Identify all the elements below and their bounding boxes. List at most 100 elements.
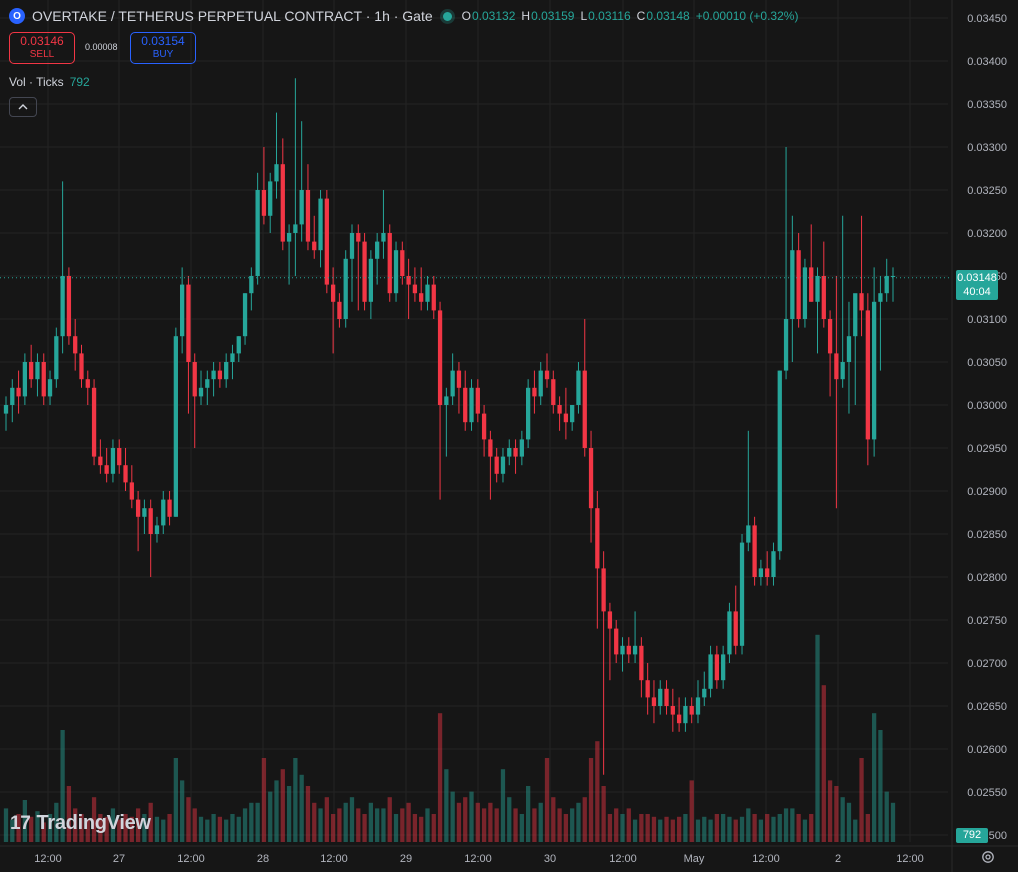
market-open-status-icon [442, 11, 452, 21]
volume-bar [645, 814, 650, 842]
candle-body [211, 370, 216, 380]
candle-body [475, 387, 480, 414]
chart-header: O OVERTAKE / TETHERUS PERPETUAL CONTRACT… [9, 6, 798, 26]
volume-bar [570, 808, 575, 842]
volume-bar [475, 802, 480, 842]
volume-bar [293, 758, 298, 842]
candle-body [305, 190, 311, 242]
candle-body [821, 276, 826, 319]
gear-icon[interactable] [980, 850, 996, 866]
bar-countdown: 40:04 [963, 286, 991, 298]
volume-bar [488, 802, 493, 842]
chevron-up-icon [18, 104, 28, 110]
x-tick-label: May [684, 853, 705, 865]
candle-body [853, 293, 858, 337]
candle-body [859, 293, 864, 311]
volume-bar [286, 786, 292, 842]
volume-bar [186, 797, 191, 842]
y-tick-label: 0.03450 [967, 13, 1007, 25]
candle-body [469, 387, 474, 423]
candle-body [689, 706, 694, 715]
volume-bar [620, 814, 625, 842]
volume-bar [500, 769, 506, 842]
candle-body [437, 310, 443, 405]
volume-bar [563, 814, 569, 842]
volume-bar [601, 786, 606, 842]
candle-body [783, 319, 789, 371]
candle-body [463, 387, 468, 423]
volume-bar [607, 814, 613, 842]
candle-body [846, 336, 852, 362]
candle-body [708, 654, 713, 689]
candle-body [242, 293, 248, 337]
volume-bar [871, 713, 877, 842]
volume-bar [437, 713, 443, 842]
volume-bar [890, 802, 896, 842]
candle-body [368, 258, 374, 302]
candle-body [362, 241, 367, 302]
candle-body [620, 645, 625, 655]
x-tick-label: 12:00 [896, 853, 924, 865]
candle-body [29, 362, 34, 380]
volume-bar [702, 816, 707, 842]
volume-bar [878, 730, 883, 842]
volume-bar [387, 797, 392, 842]
volume-bar [859, 758, 864, 842]
volume-bar [853, 819, 858, 842]
volume-bar [538, 802, 543, 842]
candle-body [758, 568, 764, 577]
candle-body [450, 370, 455, 397]
candle-body [658, 688, 663, 706]
volume-bar [318, 808, 323, 842]
candle-body [73, 336, 78, 354]
volume-bar [192, 808, 197, 842]
volume-bar [180, 780, 185, 842]
candle-body [721, 654, 726, 681]
candle-body [47, 379, 53, 397]
candle-body [765, 568, 770, 577]
candle-body [500, 456, 506, 474]
symbol-title[interactable]: OVERTAKE / TETHERUS PERPETUAL CONTRACT ·… [32, 8, 433, 24]
buy-button[interactable]: 0.03154 BUY [130, 32, 196, 64]
candle-body [488, 439, 493, 457]
volume-legend-value: 792 [69, 75, 90, 89]
y-tick-label: 0.02600 [967, 744, 1007, 756]
volume-bar [752, 814, 757, 842]
candle-body [387, 233, 392, 294]
sell-button[interactable]: 0.03146 SELL [9, 32, 75, 64]
volume-bar [406, 802, 411, 842]
spread-value: 0.00008 [85, 42, 118, 52]
volume-bar [349, 797, 355, 842]
volume-bar [330, 814, 336, 842]
volume-bar [758, 819, 764, 842]
volume-bar [727, 816, 732, 842]
sell-label: SELL [29, 49, 55, 60]
candle-body [639, 645, 644, 681]
volume-bar [651, 816, 657, 842]
volume-legend[interactable]: Vol · Ticks 792 [9, 75, 90, 89]
volume-bar [167, 814, 172, 842]
candlestick-chart[interactable]: 0.03450 0.03400 0.03350 0.03300 0.03250 0.032… [0, 0, 1018, 872]
volume-bar [3, 808, 9, 842]
candle-body [645, 680, 650, 698]
candle-body [35, 362, 40, 380]
candle-body [91, 387, 97, 457]
buy-price: 0.03154 [141, 34, 185, 48]
candle-body [827, 319, 833, 354]
candle-body [733, 611, 738, 646]
volume-bar [765, 814, 770, 842]
collapse-legend-button[interactable] [9, 97, 37, 117]
candle-body [343, 258, 348, 319]
candle-body [777, 370, 782, 552]
volume-bar [790, 808, 795, 842]
y-tick-label: 0.03000 [967, 400, 1007, 412]
candle-body [312, 241, 317, 251]
tradingview-logo[interactable]: 17 TradingView [10, 812, 151, 835]
candle-body [381, 233, 386, 242]
volume-bar [217, 816, 223, 842]
last-price-label: 0.03148 40:04 [956, 270, 998, 300]
symbol-logo-icon: O [9, 8, 25, 24]
ohlc-high: H0.03159 [521, 9, 575, 23]
x-tick-label: 12:00 [320, 853, 348, 865]
volume-bar [224, 819, 229, 842]
